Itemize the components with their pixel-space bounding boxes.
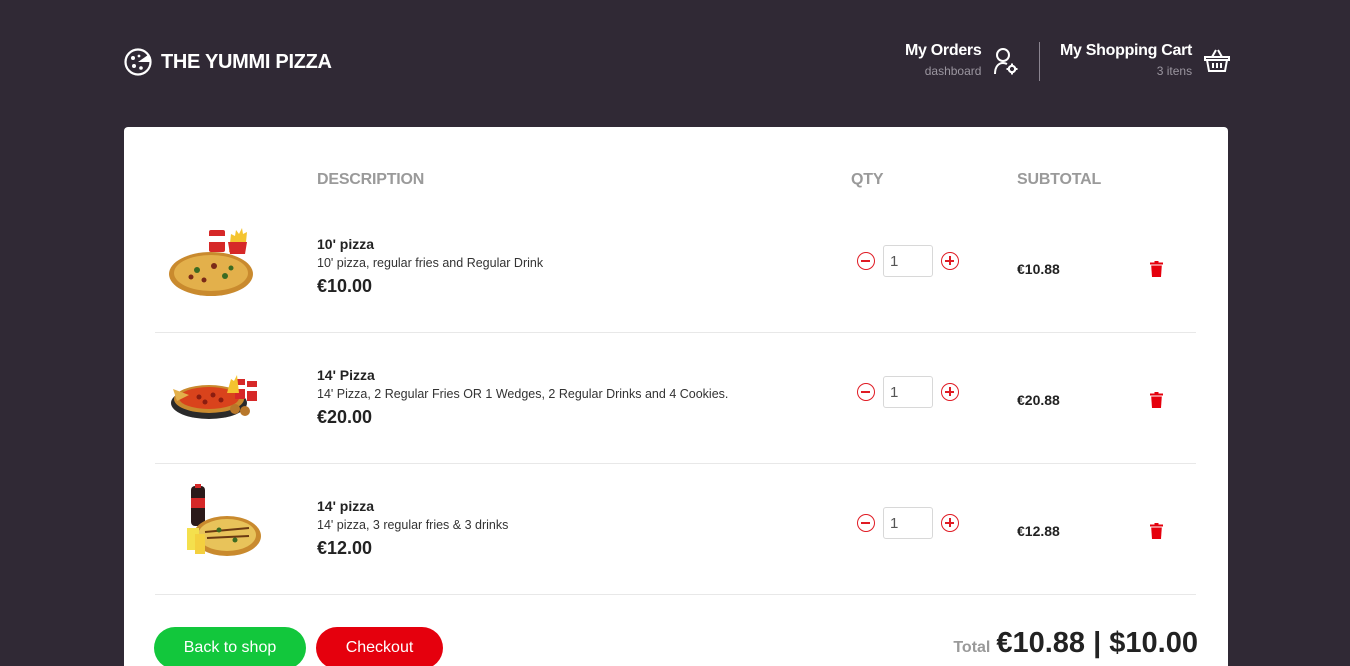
product-image	[169, 228, 253, 296]
cart-row: 14' pizza 14' pizza, 3 regular fries & 3…	[155, 464, 1196, 595]
shopping-cart-link[interactable]: My Shopping Cart 3 itens	[1060, 42, 1231, 78]
cart-panel: DESCRIPTION QTY SUBTOTAL 10' pizza 10' p…	[124, 127, 1228, 666]
product-description: 14' pizza, 3 regular fries & 3 drinks	[317, 518, 509, 532]
total-value: €10.88 | $10.00	[996, 627, 1198, 659]
my-orders-title: My Orders	[905, 42, 982, 59]
nav-divider	[1039, 42, 1040, 81]
order-total: Total €10.88 | $10.00	[953, 627, 1198, 660]
trash-icon[interactable]	[1150, 392, 1163, 408]
product-name[interactable]: 14' Pizza	[317, 367, 375, 383]
product-price: €12.00	[317, 538, 373, 558]
trash-icon[interactable]	[1150, 523, 1163, 539]
row-subtotal: €12.88	[1017, 523, 1060, 539]
brand-name: THE YUMMI PIZZA	[161, 50, 332, 73]
total-label: Total	[953, 639, 991, 656]
product-name[interactable]: 14' pizza	[317, 498, 374, 514]
checkout-button[interactable]: Checkout	[316, 627, 443, 666]
quantity-input[interactable]	[883, 245, 933, 277]
product-price: €20.00	[317, 407, 373, 427]
brand-logo[interactable]: THE YUMMI PIZZA	[124, 48, 332, 76]
cart-row: 10' pizza 10' pizza, regular fries and R…	[155, 202, 1196, 333]
minus-circle-icon[interactable]	[857, 514, 875, 532]
user-gear-icon	[994, 48, 1018, 75]
back-to-shop-button[interactable]: Back to shop	[154, 627, 306, 666]
quantity-input[interactable]	[883, 376, 933, 408]
header-description: DESCRIPTION	[317, 171, 425, 188]
cart-row: 14' Pizza 14' Pizza, 2 Regular Fries OR …	[155, 333, 1196, 464]
header-subtotal: SUBTOTAL	[1017, 171, 1102, 188]
quantity-input[interactable]	[883, 507, 933, 539]
minus-circle-icon[interactable]	[857, 383, 875, 401]
cart-title: My Shopping Cart	[1060, 42, 1193, 59]
basket-icon	[1204, 49, 1231, 72]
quantity-stepper	[857, 507, 959, 539]
product-description: 14' Pizza, 2 Regular Fries OR 1 Wedges, …	[317, 387, 729, 401]
my-orders-subtitle: dashboard	[924, 64, 982, 78]
minus-circle-icon[interactable]	[857, 252, 875, 270]
product-image	[171, 375, 257, 419]
quantity-stepper	[857, 245, 959, 277]
my-orders-link[interactable]: My Orders dashboard	[905, 42, 1019, 78]
header-qty: QTY	[851, 171, 884, 188]
quantity-stepper	[857, 376, 959, 408]
plus-circle-icon[interactable]	[941, 383, 959, 401]
row-subtotal: €10.88	[1017, 261, 1060, 277]
product-image	[187, 484, 261, 556]
cart-item-count: 3 itens	[1156, 64, 1193, 78]
product-name[interactable]: 10' pizza	[317, 236, 374, 252]
row-subtotal: €20.88	[1017, 392, 1060, 408]
trash-icon[interactable]	[1150, 261, 1163, 277]
plus-circle-icon[interactable]	[941, 252, 959, 270]
site-header: THE YUMMI PIZZA My Orders dashboard My S…	[0, 0, 1350, 127]
plus-circle-icon[interactable]	[941, 514, 959, 532]
product-price: €10.00	[317, 276, 373, 296]
product-description: 10' pizza, regular fries and Regular Dri…	[317, 256, 544, 270]
pizza-icon	[124, 48, 152, 76]
